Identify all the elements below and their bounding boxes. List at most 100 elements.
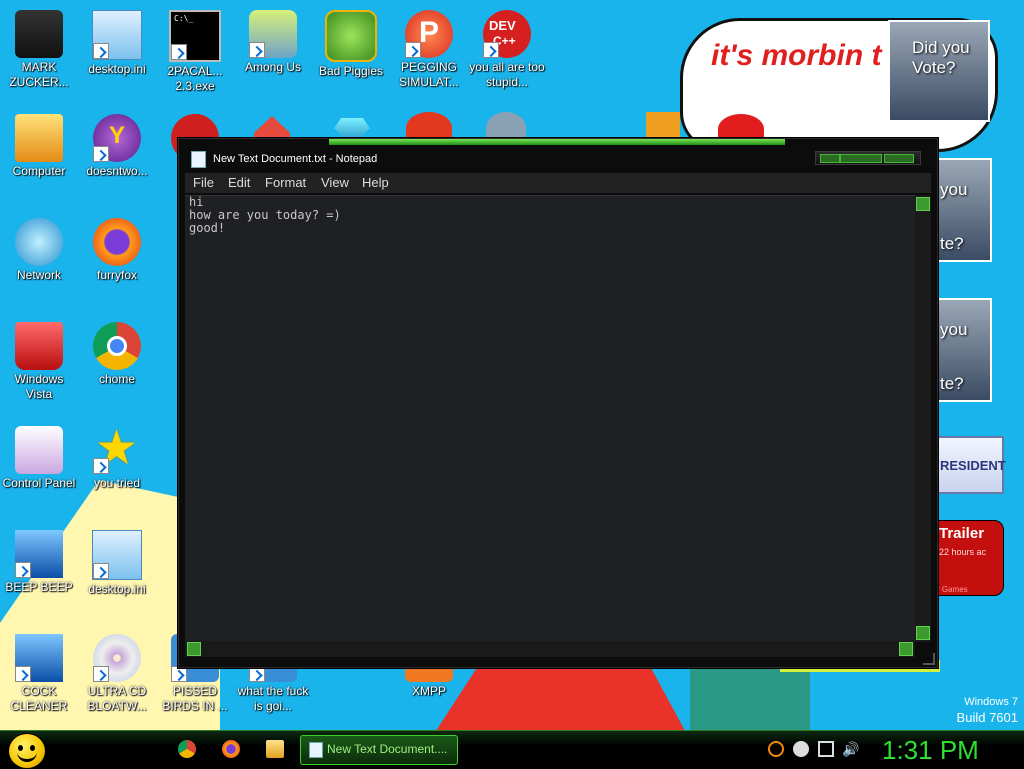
close-button[interactable] xyxy=(884,154,914,163)
vertical-scrollbar[interactable] xyxy=(915,195,931,642)
trailer-games: r Games xyxy=(937,585,968,594)
desktop-icon-among-us[interactable]: Among Us xyxy=(234,4,312,100)
minimize-button[interactable] xyxy=(820,154,840,163)
desktop-icon-furryfox[interactable]: furryfox xyxy=(78,212,156,308)
text-editor[interactable]: hi how are you today? =) good! xyxy=(185,195,915,642)
vote-photo: you te? xyxy=(930,298,992,402)
clock[interactable]: 1:31 PM xyxy=(882,735,979,766)
desktop-icon-computer[interactable]: Computer xyxy=(0,108,78,204)
volume-icon[interactable]: 🔊 xyxy=(842,741,859,757)
desktop-icon-you-tried[interactable]: ★ you tried xyxy=(78,420,156,516)
desktop-icon-control-panel[interactable]: Control Panel xyxy=(0,420,78,516)
icon-label: furryfox xyxy=(96,268,137,282)
blue-file-icon xyxy=(15,530,63,578)
menu-help[interactable]: Help xyxy=(362,175,389,190)
watermark-os: Windows 7 xyxy=(964,696,1018,708)
vote-photo: Did you Vote? xyxy=(888,20,990,122)
control-panel-icon xyxy=(15,426,63,474)
menu-view[interactable]: View xyxy=(321,175,349,190)
status-icon[interactable] xyxy=(793,741,809,757)
desktop-icon-pegging-simulat[interactable]: P PEGGING SIMULAT... xyxy=(390,4,468,100)
icon-label: COCK CLEANER xyxy=(10,684,68,713)
taskbar-notepad-button[interactable]: New Text Document.... xyxy=(300,735,458,765)
notepad-window[interactable]: New Text Document.txt - Notepad File Edi… xyxy=(178,138,938,668)
trailer-subtitle: 22 hours ac xyxy=(939,547,987,557)
icon-label: you all are too stupid... xyxy=(469,60,545,89)
yahoo-icon: Y xyxy=(93,114,141,162)
menu-edit[interactable]: Edit xyxy=(228,175,250,190)
icon-label: what the fuck is goi... xyxy=(237,684,309,713)
chrome-icon xyxy=(93,322,141,370)
icon-label: XMPP xyxy=(411,684,446,698)
icon-label: MARK ZUCKER... xyxy=(9,60,69,89)
firefox-pinned-icon[interactable] xyxy=(222,740,240,758)
icon-label: 2PACAL... 2.3.exe xyxy=(167,64,223,93)
taskbar-notepad-label: New Text Document.... xyxy=(327,742,448,756)
p-logo-icon: P xyxy=(405,10,453,58)
notepad-icon xyxy=(191,151,206,168)
pig-icon xyxy=(325,10,377,62)
icon-label: PISSED BIRDS IN ... xyxy=(162,684,228,713)
desktop-icon-network[interactable]: Network xyxy=(0,212,78,308)
vote-text-top: you xyxy=(940,180,968,199)
vote-photo: you te? xyxy=(930,158,992,262)
icon-label: ULTRA CD BLOATW... xyxy=(87,684,147,713)
horizontal-scrollbar[interactable] xyxy=(185,641,915,657)
cd-icon xyxy=(93,634,141,682)
desktop-icon-doesntwo[interactable]: Y doesntwo... xyxy=(78,108,156,204)
scroll-down-arrow[interactable] xyxy=(916,626,930,640)
icon-label: Network xyxy=(16,268,61,282)
desktop-icon-2pacal[interactable]: C:\_ 2PACAL... 2.3.exe xyxy=(156,4,234,100)
icon-label: BEEP BEEP xyxy=(5,580,73,594)
icon-label: PEGGING SIMULAT... xyxy=(399,60,459,89)
taskbar: New Text Document.... 🔊 1:31 PM xyxy=(0,730,1024,769)
scroll-right-arrow[interactable] xyxy=(899,642,913,656)
window-controls xyxy=(815,151,921,165)
president-banner: RESIDENT xyxy=(932,436,1006,494)
bubble-text: it's morbin t xyxy=(711,39,882,72)
desktop-icon-bad-piggies[interactable]: Bad Piggies xyxy=(312,4,390,100)
trailer-banner: Trailer 22 hours ac r Games xyxy=(930,520,1004,596)
network-tray-icon[interactable] xyxy=(818,741,834,757)
desktop-icon-you-all-are[interactable]: DEV C++ you all are too stupid... xyxy=(468,4,546,100)
menu-format[interactable]: Format xyxy=(265,175,306,190)
desktop-icon-desktop-ini[interactable]: desktop.ini xyxy=(78,4,156,100)
maximize-button[interactable] xyxy=(840,154,882,163)
settings-file-icon xyxy=(92,10,142,60)
watermark-build: Build 7601 xyxy=(956,710,1018,725)
scroll-left-arrow[interactable] xyxy=(187,642,201,656)
scroll-up-arrow[interactable] xyxy=(916,197,930,211)
vote-text-bottom: te? xyxy=(940,234,964,253)
vote-text-top: you xyxy=(940,320,968,339)
console-icon: C:\_ xyxy=(169,10,221,62)
person-icon xyxy=(15,10,63,58)
icon-label: Windows Vista xyxy=(14,372,64,401)
chrome-pinned-icon[interactable] xyxy=(178,740,196,758)
icon-label: desktop.ini xyxy=(88,582,146,596)
editor-content[interactable]: hi how are you today? =) good! xyxy=(189,196,341,235)
resize-grip[interactable] xyxy=(923,653,935,665)
search-icon[interactable] xyxy=(768,741,784,757)
start-button[interactable] xyxy=(8,733,46,769)
icon-label: chome xyxy=(98,372,136,386)
dev-cpp-icon: DEV C++ xyxy=(483,10,531,58)
desktop-icon-mark-zucker[interactable]: MARK ZUCKER... xyxy=(0,4,78,100)
icon-label: desktop.ini xyxy=(88,62,146,76)
icon-label: Control Panel xyxy=(2,476,76,490)
trailer-title: Trailer xyxy=(939,525,985,542)
desktop-icon-beep-beep[interactable]: BEEP BEEP xyxy=(0,524,78,620)
menu-file[interactable]: File xyxy=(193,175,214,190)
windows-watermark: Windows 7 Build 7601 xyxy=(957,694,1018,726)
vote-text-bottom: te? xyxy=(940,374,964,393)
title-accent-bar xyxy=(329,139,785,145)
desktop-icon-chome[interactable]: chome xyxy=(78,316,156,412)
president-text: RESIDENT xyxy=(940,458,1006,473)
desktop-icon-ultra-cd[interactable]: ULTRA CD BLOATW... xyxy=(78,628,156,724)
desktop-icon-desktop-ini-2[interactable]: desktop.ini xyxy=(78,524,156,620)
notepad-icon xyxy=(309,742,323,758)
folder-pinned-icon[interactable] xyxy=(266,740,284,758)
network-icon xyxy=(15,218,63,266)
icon-label: Among Us xyxy=(244,60,302,74)
desktop-icon-cock-cleaner[interactable]: COCK CLEANER xyxy=(0,628,78,724)
desktop-icon-windows-vista[interactable]: Windows Vista xyxy=(0,316,78,412)
